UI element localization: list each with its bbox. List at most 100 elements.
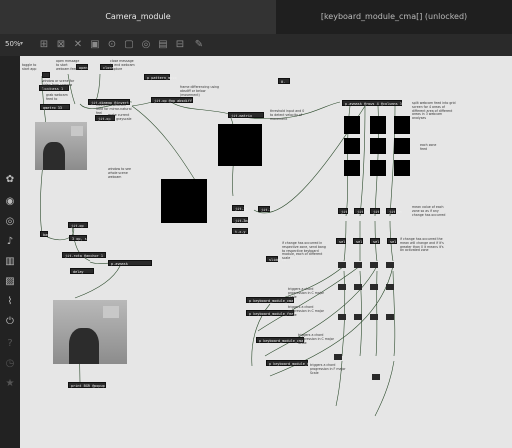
tab-keyboard-module[interactable]: [keyboard_module_cma[] (unlocked) (276, 0, 512, 34)
number-box[interactable]: 0. (278, 78, 290, 84)
left-sidebar: ✿ ◉ ◎ ♪ ▥ ▨ ⌇ ⏻ ? ◷ ★ (0, 56, 20, 448)
comment-zone: each zone feed (420, 143, 437, 151)
sel-obj-4[interactable]: sel 1 (387, 238, 401, 244)
route-obj-7[interactable] (370, 284, 378, 290)
jit-op-absdiff-object[interactable]: jit.op @op absdiff (151, 97, 193, 103)
x-icon[interactable]: ✕ (72, 39, 84, 51)
webcam-preview-bottom (53, 300, 127, 364)
route-obj-10[interactable] (354, 314, 362, 320)
route-obj-8[interactable] (386, 284, 394, 290)
print-object[interactable]: print BGR @popup 1 (68, 382, 109, 388)
zoom-level[interactable]: 50% (5, 40, 21, 48)
comment-threshold: threshold input and 0 to detect velocity… (270, 109, 305, 121)
route-obj-5[interactable] (338, 284, 346, 290)
zone-display-6 (394, 138, 410, 154)
keyboard-module-fmaj-1[interactable]: p keyboard_module_fmaj (246, 310, 295, 316)
grid2-icon[interactable]: ⊟ (174, 39, 186, 51)
jit-3m-object-c[interactable]: jit.3m (232, 217, 248, 223)
toggle-object[interactable] (42, 72, 50, 78)
webcam-preview-top (35, 122, 87, 170)
tab-bar: Camera_module [keyboard_module_cma[] (un… (0, 0, 512, 36)
comment-window: window or scene for video from camera so… (42, 79, 75, 91)
comment-close: close message to end webcam capture (110, 59, 135, 71)
help-icon[interactable]: ? (4, 338, 16, 350)
close-box-icon[interactable]: ⊠ (55, 39, 67, 51)
paint-icon[interactable]: ✎ (193, 39, 205, 51)
square-icon[interactable]: ▣ (89, 39, 101, 51)
route-obj-4[interactable] (386, 262, 394, 268)
ring-icon[interactable]: ◎ (140, 39, 152, 51)
zone-display-7 (344, 160, 360, 176)
comment-mean-change: if change has occurred the mean will cha… (400, 237, 444, 253)
shapes-object[interactable]: t.x.y (232, 228, 248, 234)
sel-obj-3[interactable]: sel 1 (370, 238, 384, 244)
comment-chord-3: triggers a chord progression in C major … (298, 333, 334, 345)
keyboard-module-cma-2[interactable]: p keyboard_module_cma (256, 337, 304, 343)
keys-icon[interactable]: ▥ (4, 256, 16, 268)
jit-rota-object[interactable]: p.avmask (108, 260, 152, 266)
picture-icon[interactable]: ▨ (4, 276, 16, 288)
jit-op-object-b[interactable]: 3 op, s (69, 235, 87, 241)
lock-icon[interactable]: ▢ (123, 39, 135, 51)
keyboard-module-fmaj-2[interactable]: p keyboard_module_fmaj (266, 360, 315, 366)
route-obj-3[interactable] (370, 262, 378, 268)
zone-display-5 (370, 138, 386, 154)
add-icon[interactable]: ✿ (4, 174, 16, 186)
patcher-canvas[interactable]: open close loadmess 1 qmetro 33 jit.dimm… (20, 56, 512, 448)
comment-grayscale: make current feed grayscale (108, 113, 132, 121)
route-obj-6[interactable] (354, 284, 362, 290)
zone-display-3 (394, 116, 410, 134)
zone-obj-1[interactable]: jit.3m (338, 208, 354, 214)
comment-toggle: toggle to start app (22, 63, 37, 71)
zone-obj-4[interactable]: jit.3m (386, 208, 402, 214)
jit-matrix-object-b[interactable]: jit.op (68, 222, 88, 228)
jit-pwindow-object[interactable]: delay (70, 268, 94, 274)
tab-camera-module[interactable]: Camera_module (0, 0, 276, 36)
comment-open: open message to start webcam feed (56, 59, 80, 71)
info-icon[interactable]: ◉ (4, 196, 16, 208)
plug-icon[interactable]: ⏻ (4, 316, 16, 328)
route-obj-13[interactable] (334, 354, 342, 360)
keyboard-module-cma-1[interactable]: p keyboard_module_cma (246, 297, 294, 303)
zone-obj-2[interactable]: jit.3m (354, 208, 370, 214)
comment-chord-4: triggers a chord progression in F major … (310, 363, 346, 375)
circle-box-icon[interactable]: ⊙ (106, 39, 118, 51)
history-icon[interactable]: ◷ (4, 358, 16, 370)
zone-display-8 (370, 160, 386, 176)
jit-3m-object-b[interactable]: jit.3m (258, 206, 274, 212)
bang-object[interactable]: bang (40, 231, 51, 237)
jit-display-threshold (161, 179, 207, 223)
comment-frame-diff: frame differencing using absdiff or belo… (180, 85, 220, 97)
route-obj-11[interactable] (370, 314, 378, 320)
star-icon[interactable]: ★ (4, 378, 16, 390)
route-obj-9[interactable] (338, 314, 346, 320)
comment-split: split webcam feed into grid screen for 4… (412, 101, 456, 121)
comment-grab: grab webcam feed to (46, 93, 68, 101)
target-icon[interactable]: ◎ (4, 216, 16, 228)
zone-obj-3[interactable]: jit.3m (370, 208, 386, 214)
clip-icon[interactable]: ⌇ (4, 296, 16, 308)
music-icon[interactable]: ♪ (4, 236, 16, 248)
sel-obj-2[interactable]: sel 1 (353, 238, 367, 244)
route-obj-12[interactable] (386, 314, 394, 320)
box-icon[interactable]: ▤ (157, 39, 169, 51)
pattern-object[interactable]: p pattern_mosq (144, 74, 177, 80)
jit-matrix-object[interactable]: jit.matrix (228, 112, 264, 118)
toolbar: 50% ▾ ⊞ ⊠ ✕ ▣ ⊙ ▢ ◎ ▤ ⊟ ✎ (0, 34, 512, 56)
chevron-down-icon[interactable]: ▾ (20, 40, 23, 47)
zone-display-4 (344, 138, 360, 154)
route-obj-2[interactable] (354, 262, 362, 268)
sel-obj-1[interactable]: sel 1 (336, 238, 350, 244)
jit-3m-object-a[interactable]: jit.3m (232, 205, 248, 211)
zone-display-9 (394, 160, 410, 176)
avmask-object[interactable]: p.avmask @rows 4 @columns 3 (342, 100, 402, 106)
comment-change: if change has occurred in respective zon… (282, 241, 326, 261)
route-obj-14[interactable] (372, 374, 380, 380)
qmetro-object[interactable]: qmetro 33 (40, 104, 70, 110)
jit-window-object[interactable]: jit.rota @anchor 1 (62, 252, 106, 258)
grid-icon[interactable]: ⊞ (38, 39, 50, 51)
jit-display-movement (218, 124, 262, 166)
zone-display-1 (344, 116, 360, 134)
slide-object[interactable]: slide 10 (266, 256, 286, 262)
route-obj-1[interactable] (338, 262, 346, 268)
